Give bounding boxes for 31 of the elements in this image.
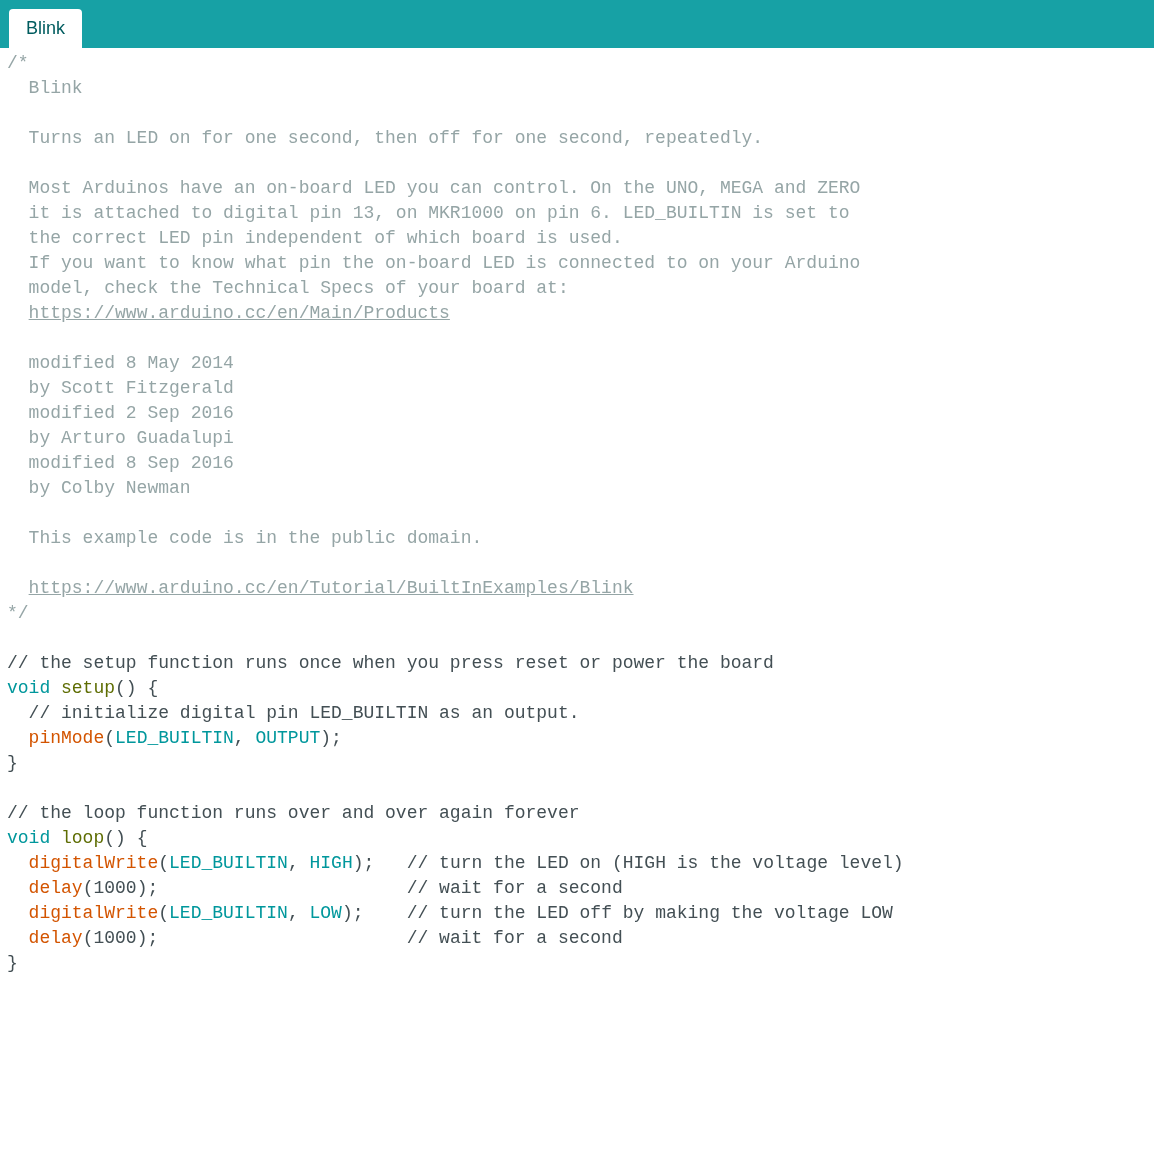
code-line: // the setup function runs once when you press reset or power the board	[7, 652, 774, 675]
code-line: the correct LED pin independent of which board is used.	[27, 227, 623, 250]
url-link[interactable]: https://www.arduino.cc/en/Tutorial/BuiltInExamples/Blink	[28, 578, 634, 598]
code-line: delay(1000); // wait for a second	[27, 927, 623, 950]
code-line: // initialize digital pin LED_BUILTIN as an output.	[27, 702, 580, 725]
code-line: by Colby Newman	[27, 477, 191, 500]
code-line: If you want to know what pin the on-board LED is connected to on your Arduino	[27, 252, 861, 275]
file-tab[interactable]: Blink	[9, 9, 82, 48]
code-line: Blink	[27, 77, 83, 100]
code-line: pinMode(LED_BUILTIN, OUTPUT);	[27, 727, 342, 750]
url-link[interactable]: https://www.arduino.cc/en/Main/Products	[28, 303, 450, 323]
code-line: digitalWrite(LED_BUILTIN, HIGH); // turn the LED on (HIGH is the voltage level)	[27, 852, 904, 875]
code-line: Most Arduinos have an on-board LED you can control. On the UNO, MEGA and ZERO	[27, 177, 861, 200]
code-line: by Scott Fitzgerald	[27, 377, 234, 400]
code-line: void setup() {	[7, 677, 159, 700]
code-line: Turns an LED on for one second, then off for one second, repeatedly.	[27, 127, 764, 150]
code-line: This example code is in the public domain.	[27, 527, 483, 550]
code-line: digitalWrite(LED_BUILTIN, LOW); // turn the LED off by making the voltage LOW	[27, 902, 893, 925]
code-line: */	[7, 602, 29, 625]
code-line: }	[7, 752, 18, 775]
code-line: // the loop function runs over and over again forever	[7, 802, 580, 825]
code-line: void loop() {	[7, 827, 148, 850]
code-line: modified 2 Sep 2016	[27, 402, 234, 425]
code-line: by Arturo Guadalupi	[27, 427, 234, 450]
code-line: it is attached to digital pin 13, on MKR1000 on pin 6. LED_BUILTIN is set to	[27, 202, 850, 225]
code-line: modified 8 Sep 2016	[27, 452, 234, 475]
code-line: modified 8 May 2014	[27, 352, 234, 375]
code-line: model, check the Technical Specs of your board at:	[27, 277, 569, 300]
code-line: }	[7, 952, 18, 975]
code-line: /*	[7, 52, 29, 75]
code-line: delay(1000); // wait for a second	[27, 877, 623, 900]
